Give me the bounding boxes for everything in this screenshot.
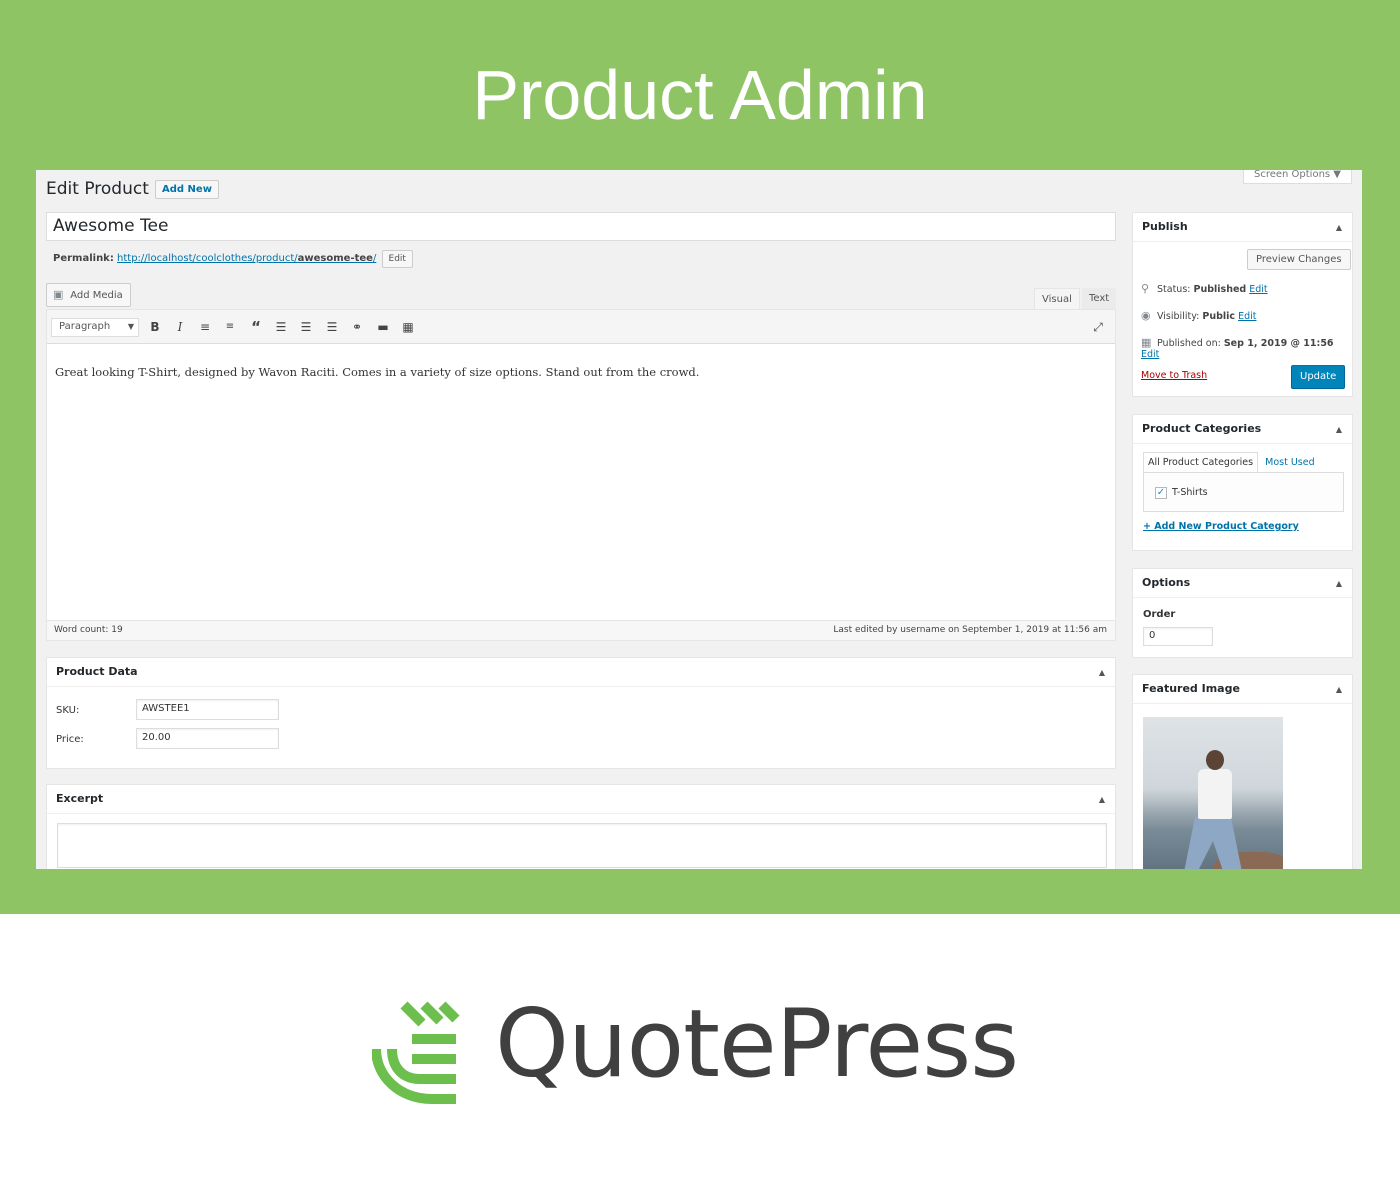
permalink-url: http://localhost/coolclothes/product/ xyxy=(117,253,298,264)
editor-content[interactable]: Great looking T-Shirt, designed by Wavon… xyxy=(55,365,699,379)
format-select[interactable]: Paragraph ▼ xyxy=(51,318,139,337)
preview-changes-button[interactable]: Preview Changes xyxy=(1247,249,1351,270)
price-label: Price: xyxy=(56,734,84,745)
product-title-input[interactable]: Awesome Tee xyxy=(46,212,1116,241)
price-input[interactable]: 20.00 xyxy=(136,728,279,749)
product-data-title: Product Data xyxy=(56,665,138,678)
add-media-label: Add Media xyxy=(70,290,123,301)
brand-name: QuotePress xyxy=(495,990,1019,1099)
collapse-arrow-icon[interactable]: ▲ xyxy=(1099,659,1105,687)
sku-label: SKU: xyxy=(56,705,80,716)
published-row: ▦ Published on: Sep 1, 2019 @ 11:56 Edit xyxy=(1141,336,1352,360)
media-icon: ▣ xyxy=(53,288,64,301)
last-edited: Last edited by username on September 1, … xyxy=(833,625,1107,635)
permalink-label: Permalink: xyxy=(53,253,114,264)
categories-title: Product Categories xyxy=(1142,422,1262,435)
read-more-icon[interactable]: ▬ xyxy=(373,318,393,336)
link-icon[interactable]: ⚭ xyxy=(347,318,367,336)
order-input[interactable]: 0 xyxy=(1143,627,1213,646)
excerpt-box: Excerpt ▲ xyxy=(46,784,1116,869)
permalink-link[interactable]: http://localhost/coolclothes/product/awe… xyxy=(117,253,376,264)
banner: Product Admin Screen Options ▼ Edit Prod… xyxy=(0,0,1400,914)
product-data-box: Product Data ▲ SKU: AWSTEE1 Price: 20.00 xyxy=(46,657,1116,769)
blockquote-icon[interactable]: “ xyxy=(246,318,266,336)
bold-icon[interactable]: B xyxy=(145,318,165,336)
featured-image-box: Featured Image ▲ xyxy=(1132,674,1353,869)
excerpt-title: Excerpt xyxy=(56,792,104,805)
editor-toolbar: Paragraph ▼ B I ≡ ≡ “ ☰ ☰ ☰ ⚭ ▬ ▦ ⤢ xyxy=(47,310,1115,344)
format-select-value: Paragraph xyxy=(59,321,111,332)
editor-status-bar: Word count: 19 Last edited by username o… xyxy=(47,620,1115,640)
chevron-down-icon: ▼ xyxy=(127,322,134,331)
status-row: ⚲ Status: Published Edit xyxy=(1141,282,1268,295)
product-categories-box: Product Categories ▲ All Product Categor… xyxy=(1132,414,1353,551)
category-label-tshirts: T-Shirts xyxy=(1172,487,1208,498)
publish-header[interactable]: Publish ▲ xyxy=(1133,213,1352,242)
banner-title: Product Admin xyxy=(472,56,928,134)
italic-icon[interactable]: I xyxy=(170,318,190,336)
permalink-slug: awesome-tee xyxy=(297,253,373,264)
collapse-arrow-icon[interactable]: ▲ xyxy=(1336,570,1342,598)
collapse-arrow-icon[interactable]: ▲ xyxy=(1336,416,1342,444)
status-edit-link[interactable]: Edit xyxy=(1249,284,1267,295)
order-label: Order xyxy=(1143,609,1176,620)
bullet-list-icon[interactable]: ≡ xyxy=(195,318,215,336)
collapse-arrow-icon[interactable]: ▲ xyxy=(1336,214,1342,242)
options-box: Options ▲ Order 0 xyxy=(1132,568,1353,658)
add-new-button[interactable]: Add New xyxy=(155,180,219,199)
status-label: Status: xyxy=(1157,284,1191,295)
toolbar-toggle-icon[interactable]: ▦ xyxy=(398,318,418,336)
word-count: Word count: 19 xyxy=(54,625,123,635)
featured-image-header[interactable]: Featured Image ▲ xyxy=(1133,675,1352,704)
pin-icon: ⚲ xyxy=(1141,282,1150,295)
collapse-arrow-icon[interactable]: ▲ xyxy=(1336,676,1342,704)
featured-image-title: Featured Image xyxy=(1142,682,1240,695)
published-label: Published on: xyxy=(1157,338,1221,349)
screen-options-button[interactable]: Screen Options ▼ xyxy=(1242,170,1352,184)
align-center-icon[interactable]: ☰ xyxy=(296,318,316,336)
options-title: Options xyxy=(1142,576,1191,589)
page-title: Edit Product xyxy=(46,179,149,199)
visibility-edit-link[interactable]: Edit xyxy=(1238,311,1256,322)
status-value: Published xyxy=(1193,284,1247,295)
align-right-icon[interactable]: ☰ xyxy=(322,318,342,336)
calendar-icon: ▦ xyxy=(1141,336,1152,349)
tab-most-used[interactable]: Most Used xyxy=(1261,453,1318,473)
visibility-value: Public xyxy=(1202,311,1236,322)
admin-screenshot: Screen Options ▼ Edit Product Add New Aw… xyxy=(36,170,1362,869)
visibility-row: ◉ Visibility: Public Edit xyxy=(1141,309,1256,322)
visibility-label: Visibility: xyxy=(1157,311,1200,322)
publish-title: Publish xyxy=(1142,220,1188,233)
publish-box: Publish ▲ Preview Changes ⚲ Status: Publi… xyxy=(1132,212,1353,397)
add-media-button[interactable]: ▣ Add Media xyxy=(46,283,131,307)
product-data-header[interactable]: Product Data ▲ xyxy=(47,658,1115,687)
fullscreen-icon[interactable]: ⤢ xyxy=(1088,318,1108,336)
published-edit-link[interactable]: Edit xyxy=(1141,349,1159,360)
excerpt-header[interactable]: Excerpt ▲ xyxy=(47,785,1115,814)
content-editor: Paragraph ▼ B I ≡ ≡ “ ☰ ☰ ☰ ⚭ ▬ ▦ ⤢ Grea… xyxy=(46,309,1116,641)
tab-visual[interactable]: Visual xyxy=(1034,288,1080,309)
categories-header[interactable]: Product Categories ▲ xyxy=(1133,415,1352,444)
quotepress-logo-icon xyxy=(372,1001,460,1104)
permalink-suffix: / xyxy=(372,253,377,264)
category-checkbox-tshirts[interactable]: ✓ xyxy=(1155,487,1167,499)
move-to-trash-link[interactable]: Move to Trash xyxy=(1141,370,1207,381)
update-button[interactable]: Update xyxy=(1291,365,1346,389)
align-left-icon[interactable]: ☰ xyxy=(271,318,291,336)
numbered-list-icon[interactable]: ≡ xyxy=(220,318,240,336)
permalink-edit-button[interactable]: Edit xyxy=(381,250,413,268)
tab-text[interactable]: Text xyxy=(1082,288,1117,309)
options-header[interactable]: Options ▲ xyxy=(1133,569,1352,598)
eye-icon: ◉ xyxy=(1141,309,1151,322)
categories-tabs: All Product Categories Most Used xyxy=(1143,452,1319,473)
categories-list: ✓ T-Shirts xyxy=(1143,472,1344,512)
permalink: Permalink: http://localhost/coolclothes/… xyxy=(53,250,413,268)
tab-all-categories[interactable]: All Product Categories xyxy=(1143,452,1259,472)
add-new-category-link[interactable]: + Add New Product Category xyxy=(1143,521,1299,532)
excerpt-textarea[interactable] xyxy=(57,823,1107,868)
published-value: Sep 1, 2019 @ 11:56 xyxy=(1223,338,1334,349)
sku-input[interactable]: AWSTEE1 xyxy=(136,699,279,720)
featured-image-thumbnail[interactable] xyxy=(1143,717,1283,869)
collapse-arrow-icon[interactable]: ▲ xyxy=(1099,786,1105,814)
